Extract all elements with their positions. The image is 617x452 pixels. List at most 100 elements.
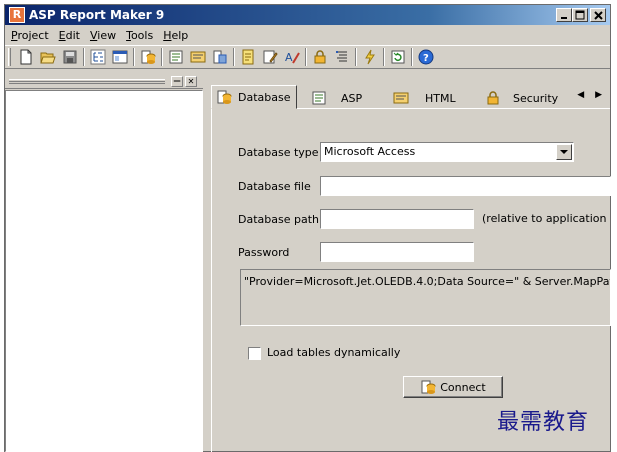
toolbar-separator [411,48,413,66]
database-button[interactable] [139,48,157,66]
lock-icon [314,50,326,64]
password-input[interactable] [320,242,474,262]
window-title: ASP Report Maker 9 [29,8,165,22]
pin-icon: ᆖ [173,77,181,86]
database-icon [421,380,436,394]
app-icon[interactable]: R [9,7,25,23]
window-controls [556,8,606,22]
edit-button[interactable] [261,48,279,66]
menu-project-label: Project [11,29,49,42]
lightning-icon [365,49,375,65]
save-button[interactable] [61,48,79,66]
tab-asp[interactable]: ASP [307,87,377,109]
watermark: 最需教育 [497,410,590,435]
menu-view-label: View [89,29,117,42]
panel-button[interactable] [111,48,129,66]
minimize-icon [561,17,567,19]
menu-tools[interactable]: Tools [120,26,157,44]
page-button[interactable] [239,48,257,66]
help-button[interactable]: ? [417,48,435,66]
edit-icon [263,50,278,64]
font-icon: A [285,51,300,64]
toolbar-grip[interactable] [8,48,11,66]
database-path-input[interactable] [320,209,474,229]
asp-icon [169,50,183,64]
maximize-icon [575,10,585,20]
panel-close-button[interactable]: ✕ [185,76,197,87]
toolbar-separator [133,48,135,66]
font-button[interactable]: A [283,48,301,66]
generate-button[interactable] [361,48,379,66]
tab-html-label: HTML [425,91,456,105]
database-type-select[interactable]: Microsoft Access [320,142,574,162]
menu-bar: Project Edit View Tools Help [5,26,610,44]
database-icon [216,89,232,105]
panel-grip[interactable] [9,79,165,84]
toolbar-separator [355,48,357,66]
tab-html[interactable]: HTML [389,87,467,109]
toolbar-separator [161,48,163,66]
menu-project[interactable]: Project [5,26,53,44]
report-button[interactable] [211,48,229,66]
tab-database[interactable]: Database [211,85,297,109]
database-file-label: Database file [238,180,311,193]
left-panel-header[interactable]: ᆖ ✕ [5,75,203,89]
new-icon [20,49,32,65]
asp-button[interactable] [167,48,185,66]
svg-text:A: A [285,51,293,64]
toolbar-separator [233,48,235,66]
load-tables-label: Load tables dynamically [267,346,401,359]
project-tree-panel[interactable] [5,90,203,452]
security-button[interactable] [311,48,329,66]
html-icon [190,51,206,63]
database-file-input[interactable] [320,176,611,196]
report-icon [213,50,227,64]
load-tables-checkbox[interactable] [248,347,261,360]
menu-help[interactable]: Help [157,26,192,44]
tree-view-icon [90,49,106,65]
app-window: R ASP Report Maker 9 Project Edit View T… [4,4,611,452]
database-path-label: Database path [238,213,319,226]
list-icon [336,51,347,62]
title-bar[interactable]: R ASP Report Maker 9 [5,5,610,25]
close-button[interactable] [590,8,606,22]
database-type-value: Microsoft Access [324,145,416,158]
chevron-down-icon [560,149,568,154]
toolbar-separator [383,48,385,66]
menu-tools-label: Tools [126,29,154,42]
open-button[interactable] [39,48,57,66]
database-path-hint: (relative to application r [482,212,611,225]
connection-string-box[interactable]: "Provider=Microsoft.Jet.OLEDB.4.0;Data S… [240,269,611,326]
menu-view[interactable]: View [84,26,120,44]
html-button[interactable] [189,48,207,66]
svg-text:?: ? [423,53,429,64]
html-icon [393,90,409,106]
tree-view-button[interactable] [89,48,107,66]
connect-button[interactable]: Connect [403,376,503,398]
list-button[interactable] [333,48,351,66]
database-type-label: Database type [238,146,319,159]
connect-label: Connect [440,380,486,394]
menu-help-label: Help [163,29,189,42]
tab-strip: Database ASP HTML Security ◀ ▶ [211,85,610,109]
minimize-button[interactable] [556,8,572,22]
tab-scroll-arrows[interactable]: ◀ ▶ [577,90,606,100]
help-icon: ? [418,49,434,65]
database-icon [141,50,156,64]
dropdown-button[interactable] [556,144,572,160]
tab-security-label: Security [513,91,559,105]
toolbar-separator [83,48,85,66]
menu-edit[interactable]: Edit [53,26,84,44]
pin-button[interactable]: ᆖ [171,76,183,87]
open-icon [40,52,56,64]
menu-edit-label: Edit [58,29,80,42]
tab-asp-label: ASP [341,91,363,105]
maximize-button[interactable] [572,8,588,22]
lock-icon [485,90,501,106]
save-icon [63,50,77,64]
database-tab-page: Database type Microsoft Access Database … [211,108,611,452]
tab-security[interactable]: Security [481,87,571,109]
new-button[interactable] [17,48,35,66]
refresh-icon [391,50,405,64]
refresh-button[interactable] [389,48,407,66]
